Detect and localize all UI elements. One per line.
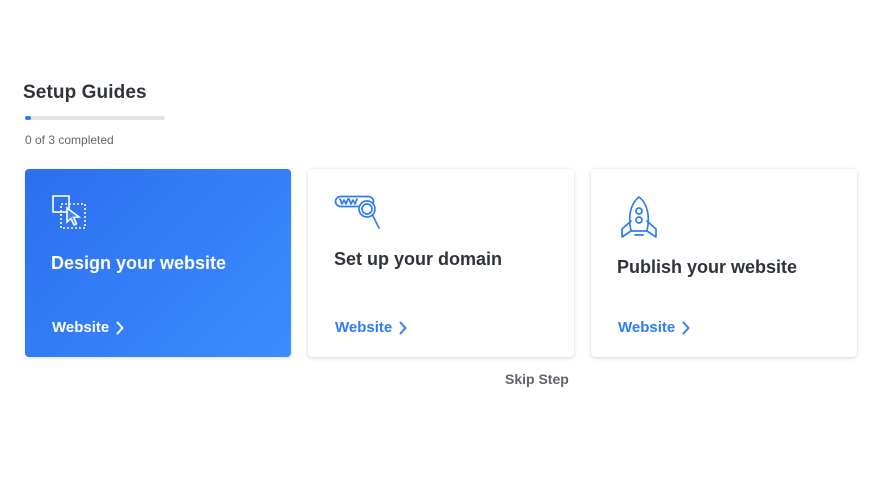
chevron-right-icon bbox=[116, 321, 124, 334]
card-link-website[interactable]: Website bbox=[335, 319, 407, 336]
skip-step-button[interactable]: Skip Step bbox=[505, 371, 569, 387]
card-link-website[interactable]: Website bbox=[52, 319, 124, 336]
setup-guides-page: Setup Guides 0 of 3 completed Design you… bbox=[0, 0, 882, 491]
card-design-website[interactable]: Design your website Website bbox=[25, 169, 291, 357]
design-selection-icon bbox=[51, 194, 91, 239]
card-link-label: Website bbox=[618, 319, 676, 336]
page-title: Setup Guides bbox=[23, 82, 147, 103]
card-setup-domain[interactable]: Set up your domain Website bbox=[308, 169, 574, 357]
card-title: Design your website bbox=[51, 253, 227, 273]
progress-bar-fill bbox=[25, 116, 31, 120]
progress-text: 0 of 3 completed bbox=[25, 133, 114, 147]
card-link-label: Website bbox=[335, 319, 393, 336]
card-title: Publish your website bbox=[617, 257, 798, 277]
chevron-right-icon bbox=[682, 321, 690, 334]
card-publish-website[interactable]: Publish your website Website bbox=[591, 169, 857, 357]
card-link-label: Website bbox=[52, 319, 110, 336]
card-title: Set up your domain bbox=[334, 249, 503, 269]
domain-search-icon bbox=[334, 195, 382, 238]
card-link-website[interactable]: Website bbox=[618, 319, 690, 336]
chevron-right-icon bbox=[399, 321, 407, 334]
progress-bar bbox=[25, 116, 165, 120]
rocket-icon bbox=[617, 195, 663, 246]
